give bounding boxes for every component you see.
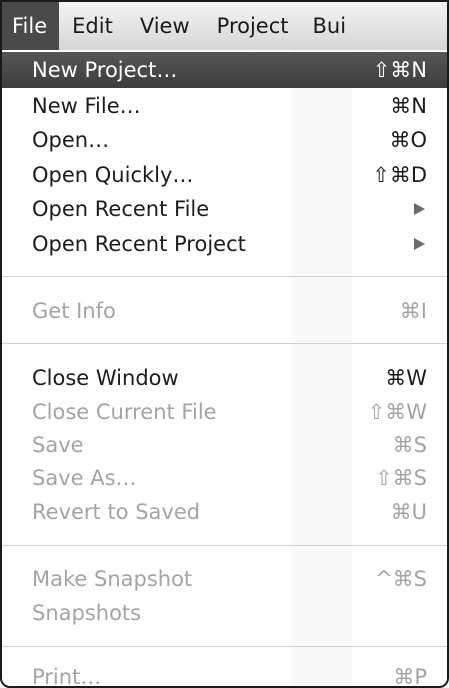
menu-separator (2, 646, 447, 647)
menu-item-label: Open… (32, 128, 110, 152)
menu-item-shortcut: ⌘N (390, 94, 427, 118)
menu-item-shortcut: ⇧⌘W (367, 400, 427, 424)
menu-item-shortcut: ⌘O (389, 128, 427, 152)
menu-item-label: Open Recent File (32, 197, 210, 221)
menubar-item-build[interactable]: Bui (313, 2, 347, 50)
menu-item-label: Make Snapshot (32, 567, 193, 591)
menu-item-get-info[interactable]: Get Info ⌘I (2, 293, 447, 329)
submenu-arrow-icon (414, 238, 425, 250)
menu-separator (2, 343, 447, 344)
menu-item-label: Revert to Saved (32, 500, 201, 524)
menu-item-new-project[interactable]: New Project… ⇧⌘N (2, 52, 447, 88)
menu-item-shortcut: ⇧⌘N (372, 58, 427, 82)
menu-item-open-recent-file[interactable]: Open Recent File (2, 191, 447, 227)
menu-item-shortcut: ⇧⌘S (375, 466, 427, 490)
menu-item-shortcut: ⇧⌘D (372, 163, 427, 187)
menu-item-label: New Project… (32, 58, 178, 82)
menu-item-label: Open Quickly… (32, 163, 194, 187)
menu-item-open[interactable]: Open… ⌘O (2, 122, 447, 158)
menu-item-revert-to-saved[interactable]: Revert to Saved ⌘U (2, 494, 447, 530)
menu-item-shortcut: ⌘S (392, 433, 427, 457)
menu-item-label: Snapshots (32, 601, 142, 625)
menu-item-label: Print… (32, 665, 102, 688)
menu-item-shortcut: ⌘P (393, 665, 427, 688)
menu-item-snapshots[interactable]: Snapshots (2, 595, 447, 631)
menu-item-label: Get Info (32, 299, 116, 323)
menu-item-close-window[interactable]: Close Window ⌘W (2, 360, 447, 396)
menu-item-label: Save (32, 433, 84, 457)
menu-item-close-current-file[interactable]: Close Current File ⇧⌘W (2, 394, 447, 430)
menu-item-label: Close Window (32, 366, 179, 390)
menu-item-open-recent-project[interactable]: Open Recent Project (2, 226, 447, 262)
menu-item-label: Close Current File (32, 400, 217, 424)
menubar-item-project[interactable]: Project (217, 2, 289, 50)
file-menu-dropdown: New Project… ⇧⌘N New File… ⌘N Open… ⌘O O… (2, 50, 447, 686)
menu-item-open-quickly[interactable]: Open Quickly… ⇧⌘D (2, 157, 447, 193)
menu-item-shortcut: ⌘W (385, 366, 427, 390)
menu-item-save-as[interactable]: Save As… ⇧⌘S (2, 460, 447, 496)
menubar-item-view[interactable]: View (140, 2, 190, 50)
menu-item-shortcut: ⌘I (399, 299, 427, 323)
menu-item-label: Save As… (32, 466, 137, 490)
menu-item-label: Open Recent Project (32, 232, 246, 256)
menu-item-shortcut: ⌘U (390, 500, 427, 524)
menubar-item-edit[interactable]: Edit (72, 2, 113, 50)
menu-item-new-file[interactable]: New File… ⌘N (2, 88, 447, 124)
menubar-item-file[interactable]: File (2, 2, 60, 50)
menu-item-shortcut: ^⌘S (375, 567, 427, 591)
menu-window: File Edit View Project Bui New Project… … (0, 0, 449, 688)
menu-bar: File Edit View Project Bui (2, 2, 447, 51)
menu-item-print[interactable]: Print… ⌘P (2, 659, 447, 688)
menu-item-label: New File… (32, 94, 141, 118)
menu-separator (2, 545, 447, 546)
menu-item-make-snapshot[interactable]: Make Snapshot ^⌘S (2, 561, 447, 597)
menu-item-save[interactable]: Save ⌘S (2, 427, 447, 463)
menu-separator (2, 276, 447, 277)
submenu-arrow-icon (414, 203, 425, 215)
